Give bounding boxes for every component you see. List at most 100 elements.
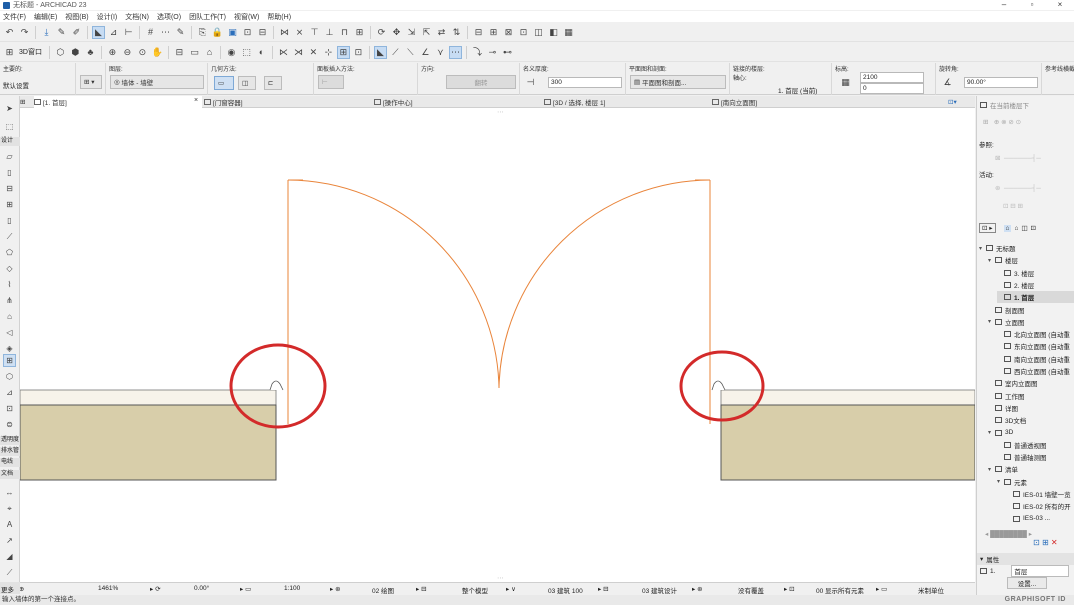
syringe-icon[interactable]: ✐: [70, 26, 83, 39]
scale-value[interactable]: 1:100: [284, 585, 300, 592]
renovation-value[interactable]: 00 显示所有元素: [816, 585, 864, 595]
line-tool-icon[interactable]: ⟋: [3, 566, 16, 579]
pan-icon[interactable]: ✋: [151, 46, 164, 59]
tree-item[interactable]: ▾ 3D: [988, 427, 1074, 439]
tree-item[interactable]: IES-03 ...: [1006, 513, 1074, 525]
floor-plan-canvas[interactable]: ⋯ ⋯: [20, 108, 975, 582]
menu-edit[interactable]: 编辑(E): [34, 12, 57, 22]
tree-item[interactable]: ▾ 元素: [997, 476, 1074, 488]
offset-icon[interactable]: ⊓: [338, 26, 351, 39]
organizer-icon[interactable]: ⊠: [502, 26, 515, 39]
zoom-out-icon[interactable]: ⊖: [121, 46, 134, 59]
split-icon[interactable]: ⊥: [323, 26, 336, 39]
map-selector-icon[interactable]: ⊡ ▸: [979, 223, 996, 233]
minimize-icon[interactable]: –: [990, 0, 1018, 10]
tree-item[interactable]: 3. 楼层: [997, 267, 1074, 279]
left-wall-body[interactable]: [20, 404, 277, 481]
lock-icon[interactable]: 🔒: [211, 26, 224, 39]
tree-item[interactable]: ▾ 立面图: [988, 316, 1074, 328]
flip-button[interactable]: 翻转: [446, 75, 516, 89]
adjust-icon[interactable]: ⊤: [308, 26, 321, 39]
slab-tool-icon[interactable]: ◇: [3, 262, 16, 275]
beam-tool-icon[interactable]: ⊟: [3, 182, 16, 195]
settings-button[interactable]: 设置...: [1007, 577, 1047, 589]
navigator-icon[interactable]: ⊞: [487, 26, 500, 39]
zone-tool-icon[interactable]: ⬠: [3, 246, 16, 259]
tree-item[interactable]: 工作图: [988, 390, 1074, 402]
layer-combo-value[interactable]: 02 绘图: [372, 585, 394, 595]
level-tool-icon[interactable]: ⌖: [3, 502, 16, 515]
window-tool-icon[interactable]: ⊞: [3, 198, 16, 211]
pencil-icon[interactable]: ✎: [174, 26, 187, 39]
layout-book-tab-icon[interactable]: ◫: [1021, 224, 1027, 232]
tree-item[interactable]: IES-02 所有的开: [1006, 500, 1074, 512]
roof-preset-icon[interactable]: ⌂: [203, 46, 216, 59]
properties-header[interactable]: ▾ 属性: [977, 553, 1074, 565]
menu-file[interactable]: 文件(F): [3, 12, 26, 22]
publisher-tab-icon[interactable]: ⊡: [1031, 224, 1036, 232]
right-wall-body[interactable]: [720, 404, 975, 481]
snap-point-icon[interactable]: ✕: [307, 46, 320, 59]
3d-window-button[interactable]: 3D窗口: [17, 46, 44, 59]
angle-method-icon[interactable]: ∠: [419, 46, 432, 59]
reference-slider[interactable]: ⊠ ──────┤─: [995, 152, 1074, 164]
curtain-wall-tool-icon[interactable]: ⊞: [3, 354, 16, 367]
3d-box-icon[interactable]: ⬢: [69, 46, 82, 59]
tree-item[interactable]: ▾ 清单: [988, 463, 1074, 475]
construction-method-icon[interactable]: ◣: [373, 45, 387, 59]
snap-guide-active-icon[interactable]: ⊞: [336, 45, 350, 59]
layout-book-icon[interactable]: ⊟: [472, 26, 485, 39]
plan-section-button[interactable]: ▤ 平面图和剖面...: [630, 75, 726, 89]
stair-tool-icon[interactable]: ⌇: [3, 278, 16, 291]
right-door-swing-arc[interactable]: [498, 179, 711, 389]
tree-expand-icon[interactable]: ▾: [988, 257, 994, 264]
mesh-tool-icon[interactable]: ⊿: [3, 386, 16, 399]
line-method-icon[interactable]: ⟋: [389, 46, 402, 59]
elevate-icon[interactable]: ⇅: [450, 26, 463, 39]
tree-item[interactable]: 2. 楼层: [997, 279, 1074, 291]
tab-floor-plan[interactable]: [1. 首层]: [34, 96, 202, 108]
grid-icon[interactable]: #: [144, 26, 157, 39]
delete-view-icon[interactable]: ✕: [1051, 538, 1058, 547]
navigator-header[interactable]: 在当前楼层下: [980, 99, 1073, 111]
bisect-method-icon[interactable]: ⋎: [434, 46, 447, 59]
dimension-value[interactable]: 米制单位: [918, 585, 944, 595]
renovation-icon[interactable]: ▸ ⊡: [784, 585, 795, 593]
tree-item[interactable]: 西向立面图 (自动重: [997, 365, 1074, 377]
ungroup-icon[interactable]: ⊟: [256, 26, 269, 39]
pen-set-icon[interactable]: ▸ ∨: [506, 585, 516, 593]
tree-item[interactable]: 南向立面图 (自动重: [997, 353, 1074, 365]
text-tool-icon[interactable]: A: [3, 518, 16, 531]
pen-set-value[interactable]: 03 建筑 100: [548, 585, 583, 595]
room-tool-icon[interactable]: ⊡: [3, 402, 16, 415]
fill-tool-icon[interactable]: ◢: [3, 550, 16, 563]
angle-value[interactable]: 0.00°: [194, 585, 209, 592]
intersection-method-icon[interactable]: ⋯: [448, 45, 462, 59]
more-tools-label[interactable]: 更多: [0, 582, 20, 594]
label-tool-icon[interactable]: ↗: [3, 534, 16, 547]
roof-tool-icon[interactable]: ⌂: [3, 310, 16, 323]
menu-help[interactable]: 帮助(H): [267, 12, 291, 22]
marquee-icon[interactable]: ⬚: [240, 46, 253, 59]
arc-method-icon[interactable]: ⟍: [404, 46, 417, 59]
publisher-icon[interactable]: ⊡: [517, 26, 530, 39]
layer-combo-icon[interactable]: ▸ ⊛: [330, 585, 341, 593]
rotate-icon[interactable]: ⟳: [375, 26, 388, 39]
clone-view-icon[interactable]: ⊞: [1042, 538, 1049, 547]
snap-grid-icon[interactable]: ⊹: [322, 46, 335, 59]
tab-overflow-icon[interactable]: ⊡▾: [948, 96, 972, 108]
fit-window-icon[interactable]: ⊙: [136, 46, 149, 59]
intersect-icon[interactable]: ⨯: [293, 26, 306, 39]
group-icon[interactable]: ▣: [226, 26, 239, 39]
arrow-tool-icon[interactable]: ➤: [3, 102, 16, 115]
render-icon[interactable]: ▦: [562, 26, 575, 39]
guide-line-icon[interactable]: ◣: [92, 25, 105, 39]
left-door-swing-arc[interactable]: [287, 179, 500, 389]
tree-item[interactable]: 东向立面图 (自动重: [997, 340, 1074, 352]
menu-window[interactable]: 视窗(W): [234, 12, 259, 22]
camera-icon[interactable]: ◉: [225, 46, 238, 59]
lamp-tool-icon[interactable]: ⊜: [3, 418, 16, 431]
tree-item[interactable]: 1. 首层: [997, 291, 1074, 304]
menu-document[interactable]: 文档(N): [125, 12, 149, 22]
tree-item[interactable]: IES-01 墙壁一览: [1006, 488, 1074, 500]
